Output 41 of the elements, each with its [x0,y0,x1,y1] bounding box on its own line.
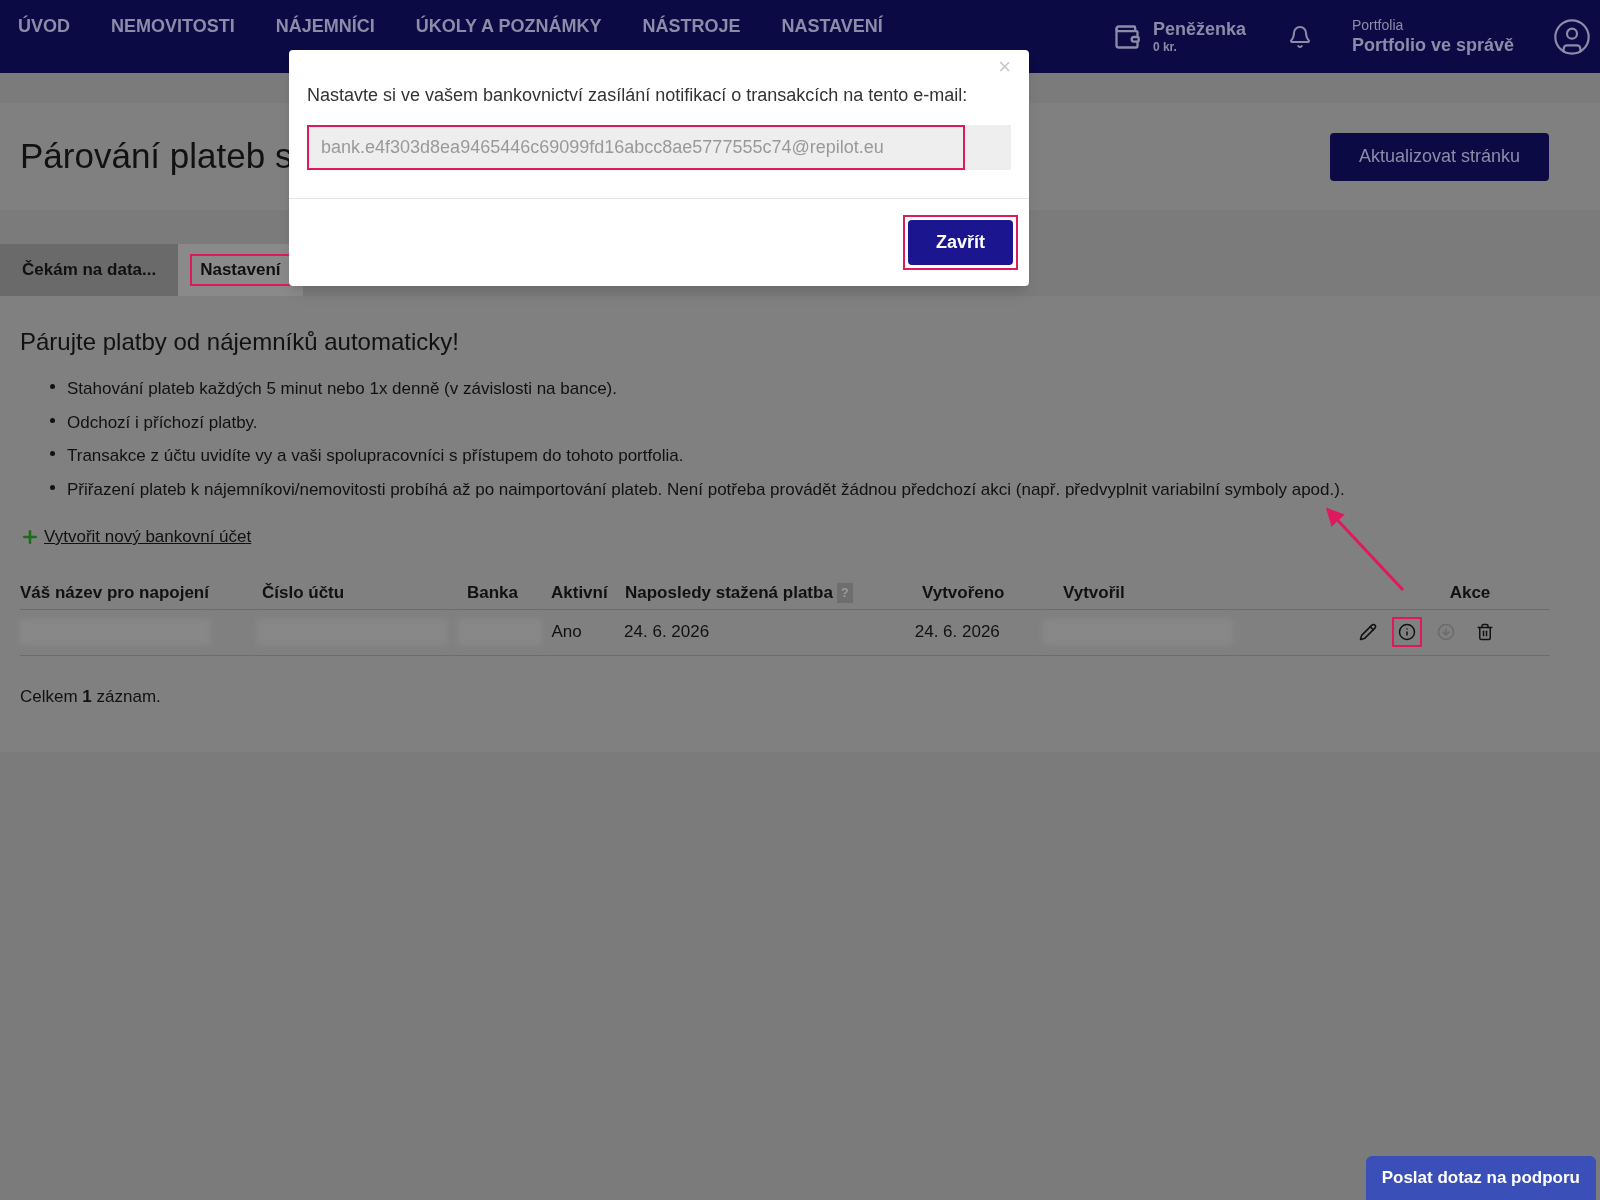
wallet-label: Peněženka [1152,17,1246,41]
support-button[interactable]: Poslat dotaz na podporu [1365,1156,1596,1200]
table-cell-text: 24. 6. 2026 [914,621,1000,644]
nav-link[interactable]: NÁSTROJE [642,13,741,40]
pencil-icon [1359,623,1377,641]
wallet-icon[interactable] [1112,22,1141,51]
tab[interactable]: Čekám na data... [0,244,179,296]
nav-link[interactable]: NASTAVENÍ [781,13,883,40]
column-header: Aktivní [551,582,608,605]
modal-message: Nastavte si ve vašem bankovnictví zasílání notifikací o transakcích na tento e-mail: [307,84,969,107]
user-avatar-icon[interactable] [1552,16,1592,57]
portfolio-label: Portfolia [1351,16,1405,34]
column-header: Banka [467,582,519,605]
close-dialog-button[interactable]: Zavřít [907,220,1013,265]
info-icon [1398,623,1416,641]
column-header: Vytvořeno [922,582,1005,605]
feature-bullet: Transakce z účtu uvidíte vy a vaši spolupracovníci s přístupem do tohoto portfolia. [50,443,1580,469]
column-header: Číslo účtu [262,582,345,605]
feature-bullet: Stahování plateb každých 5 minut nebo 1x denně (v závislosti na bance). [50,376,1580,402]
record-count: Celkem 1 záznam. [20,685,162,708]
refresh-button[interactable]: Aktualizovat stránku [1329,132,1549,181]
nav-link[interactable]: NÁJEMNÍCI [275,13,375,40]
section-heading: Párujte platby od nájemníků automaticky! [20,327,460,357]
nav-link[interactable]: NEMOVITOSTI [111,13,235,40]
bell-icon[interactable] [1287,24,1312,49]
column-header: Naposledy stažená platba [625,582,833,605]
feature-bullet: Přiřazení plateb k nájemníkovi/nemovitosti probíhá až po naimportování plateb. Není potřeba provádět žádnou předchozí akci (např. předvyplnit variabilní symboly apod.). [50,476,1580,502]
column-header: Vytvořil [1063,582,1125,605]
portfolio-name[interactable]: Portfolio ve správě [1351,34,1514,57]
column-header: Váš název pro napojení [20,582,209,605]
row-action-button[interactable] [1392,617,1422,647]
nav-link[interactable]: ÚKOLY A POZNÁMKY [415,13,602,40]
nav-link[interactable]: ÚVOD [18,13,70,40]
column-header: Akce [1449,582,1491,605]
trash-icon [1476,623,1494,641]
wallet-amount: 0 kr. [1152,40,1178,56]
table-cell-text: Ano [551,621,582,644]
feature-bullet: Odchozí i příchozí platby. [50,409,1580,435]
create-account-link[interactable]: Vytvořit nový bankovní účet [20,524,252,550]
tab[interactable]: Nastavení [178,244,303,296]
table-cell-text: 24. 6. 2026 [624,621,710,644]
